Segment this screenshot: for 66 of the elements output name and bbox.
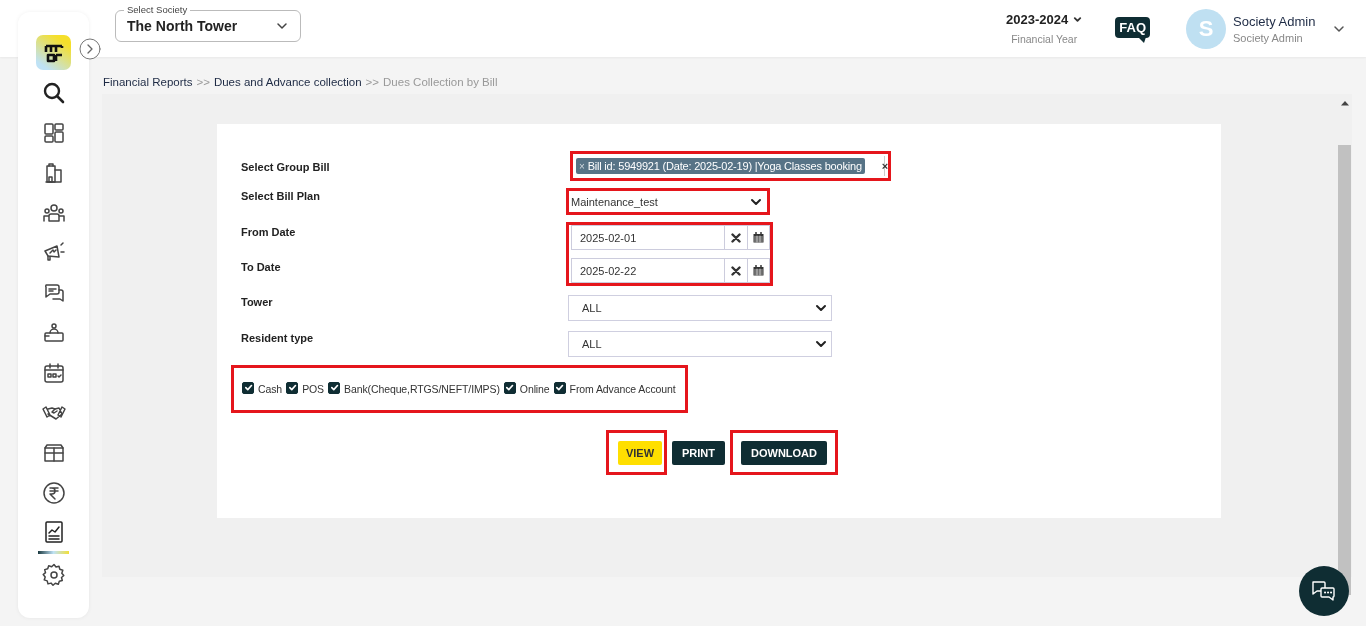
checkbox-label: Cash [258, 383, 283, 395]
date-field[interactable]: 2025-02-22 [571, 258, 770, 283]
dashboard-icon [41, 121, 66, 145]
selected-tag[interactable]: × Bill id: 5949921 (Date: 2025-02-19) |Yoga Classes booking [576, 158, 865, 174]
breadcrumb-current: Dues Collection by Bill [383, 76, 498, 88]
close-icon [730, 232, 741, 243]
checkmark-icon [329, 383, 339, 392]
box-icon [41, 441, 66, 465]
checkbox[interactable] [328, 381, 340, 394]
search-icon [41, 81, 66, 105]
settings-icon [41, 563, 66, 587]
field-label: From Date [241, 226, 297, 238]
people-icon [41, 201, 66, 225]
checkmark-icon [287, 383, 297, 392]
speech-tail-icon [1138, 36, 1146, 43]
chevron-down-icon [815, 340, 827, 348]
field-label: Resident type [241, 331, 315, 344]
user-name: Society Admin [1233, 13, 1317, 29]
date-field[interactable]: 2025-02-01 [571, 225, 770, 250]
field-label: Select Bill Plan [241, 189, 321, 202]
select-label: Select Society [124, 4, 191, 15]
calendar-icon [41, 361, 66, 385]
checkbox-label: POS [302, 383, 324, 395]
chevron-down-icon [1333, 24, 1345, 33]
scrollbar[interactable] [1338, 145, 1351, 595]
field-label: To Date [241, 261, 282, 273]
field-label: Select Group Bill [241, 160, 331, 173]
checkbox-label: Online [519, 383, 550, 395]
chat-icon [1311, 579, 1337, 603]
scroll-up-icon [1340, 100, 1350, 106]
chevron-down-icon [750, 197, 762, 206]
chat-button[interactable] [1299, 566, 1349, 616]
calendar-icon [752, 232, 764, 243]
financial-year-caption: Financial Year [1011, 33, 1078, 45]
select-field[interactable]: ALL [568, 295, 832, 321]
chevron-down-icon [1073, 16, 1083, 23]
faq-button[interactable]: FAQ [1115, 16, 1150, 38]
user-role: Society Admin [1233, 31, 1304, 44]
reception-desk-icon [41, 321, 66, 345]
remove-tag-button[interactable]: × [579, 160, 585, 172]
close-icon [730, 265, 741, 276]
action-button[interactable]: PRINT [672, 440, 725, 465]
checkbox[interactable] [286, 381, 299, 394]
checkbox[interactable] [553, 381, 566, 394]
breadcrumb-separator: >> [196, 76, 210, 88]
action-button[interactable]: DOWNLOAD [741, 440, 827, 465]
breadcrumb-link[interactable]: Dues and Advance collection [213, 76, 362, 88]
checkbox-label: From Advance Account [569, 383, 676, 395]
field-label: Tower [241, 295, 274, 308]
select-field[interactable]: ALL [568, 331, 832, 357]
avatar: S [1186, 8, 1226, 49]
chevron-down-icon [815, 304, 827, 312]
calendar-icon [752, 265, 764, 276]
checkbox-label: Bank(Cheque,RTGS/NEFT/IMPS) [344, 383, 500, 395]
checkmark-icon [243, 383, 253, 392]
breadcrumb-separator: >> [365, 76, 380, 88]
checkmark-icon [505, 383, 515, 392]
checkbox[interactable] [242, 381, 254, 394]
chevron-down-icon [276, 22, 288, 30]
action-button[interactable]: VIEW [618, 440, 662, 465]
logo-mark-icon [43, 42, 64, 63]
checkbox[interactable] [503, 381, 516, 394]
financial-year-select[interactable]: 2023-2024 [1006, 12, 1069, 27]
breadcrumb-link[interactable]: Financial Reports [103, 76, 193, 88]
rupee-icon [41, 481, 66, 505]
checkmark-icon [555, 383, 565, 392]
